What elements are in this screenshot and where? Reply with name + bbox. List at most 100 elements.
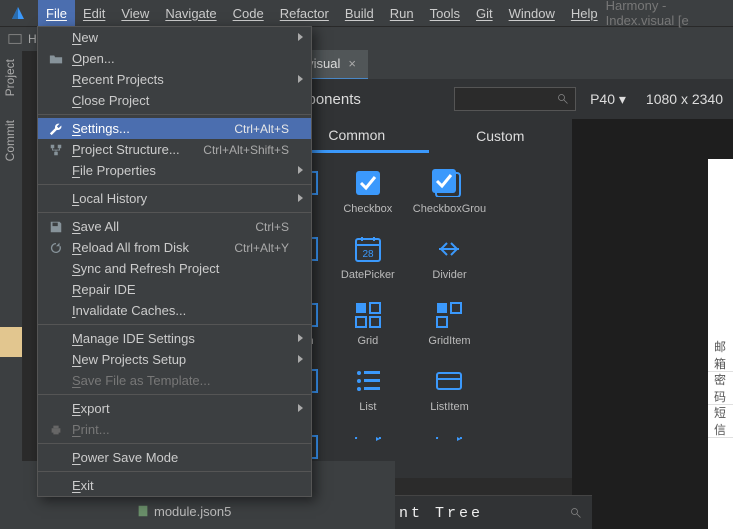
menu-file[interactable]: File bbox=[38, 0, 75, 26]
print-icon bbox=[48, 422, 64, 438]
menu-item-label: New Projects Setup bbox=[72, 352, 289, 367]
menu-item-new[interactable]: New bbox=[38, 27, 311, 48]
gutter-tab-commit[interactable]: Commit bbox=[0, 112, 20, 169]
menu-view[interactable]: View bbox=[113, 0, 157, 26]
menu-item-label: Print... bbox=[72, 422, 289, 437]
menu-run[interactable]: Run bbox=[382, 0, 422, 26]
search-icon bbox=[557, 93, 569, 105]
chevron-right-icon bbox=[298, 194, 303, 202]
close-icon[interactable]: × bbox=[348, 56, 356, 71]
menu-item-label: Invalidate Caches... bbox=[72, 303, 289, 318]
menu-edit[interactable]: Edit bbox=[75, 0, 113, 26]
menu-item-power-save-mode[interactable]: Power Save Mode bbox=[38, 447, 311, 468]
gutter-tab-project[interactable]: Project bbox=[0, 51, 20, 104]
component-divider[interactable]: Divider bbox=[409, 225, 491, 291]
blank-icon bbox=[48, 282, 64, 298]
menu-item-label: Close Project bbox=[72, 93, 289, 108]
phone-preview: 邮箱 密码 短信 bbox=[708, 159, 733, 529]
menu-item-print: Print... bbox=[38, 419, 311, 440]
menu-item-local-history[interactable]: Local History bbox=[38, 188, 311, 209]
menu-tools[interactable]: Tools bbox=[422, 0, 468, 26]
tab-custom[interactable]: Custom bbox=[429, 119, 573, 153]
menu-navigate[interactable]: Navigate bbox=[157, 0, 224, 26]
blank-icon bbox=[48, 401, 64, 417]
file-icon bbox=[136, 504, 150, 518]
menu-item-file-properties[interactable]: File Properties bbox=[38, 160, 311, 181]
menu-build[interactable]: Build bbox=[337, 0, 382, 26]
menu-item-save-all[interactable]: Save AllCtrl+S bbox=[38, 216, 311, 237]
component-label: DatePicker bbox=[341, 269, 395, 281]
app-logo-icon bbox=[8, 4, 28, 22]
chevron-right-icon bbox=[298, 75, 303, 83]
menu-item-close-project[interactable]: Close Project bbox=[38, 90, 311, 111]
component-list[interactable]: List bbox=[327, 357, 409, 423]
divider-icon bbox=[432, 235, 466, 263]
file-menu-dropdown: NewOpen... Recent Projects Close Project Se… bbox=[37, 26, 312, 497]
save-icon bbox=[48, 219, 64, 235]
menu-window[interactable]: Window bbox=[501, 0, 563, 26]
wrench-icon bbox=[48, 121, 64, 137]
component-datepicker[interactable]: 28 DatePicker bbox=[327, 225, 409, 291]
menu-item-project-structure[interactable]: Project Structure...Ctrl+Alt+Shift+S bbox=[38, 139, 311, 160]
menu-item-label: Recent Projects bbox=[72, 72, 289, 87]
menu-item-open[interactable]: Open... bbox=[38, 48, 311, 69]
blank-icon bbox=[48, 303, 64, 319]
component-checkboxgroup[interactable]: CheckboxGrou bbox=[409, 159, 491, 225]
structure-icon bbox=[48, 142, 64, 158]
menu-item-label: Settings... bbox=[72, 121, 234, 136]
menu-item-label: File Properties bbox=[72, 163, 289, 178]
menu-item-reload-all-from-disk[interactable]: Reload All from DiskCtrl+Alt+Y bbox=[38, 237, 311, 258]
component-listitem[interactable]: ListItem bbox=[409, 357, 491, 423]
device-selector[interactable]: P40 ▾ bbox=[590, 91, 626, 108]
component-label: Checkbox bbox=[343, 203, 392, 215]
component-label: CheckboxGrou bbox=[413, 203, 486, 215]
menu-item-export[interactable]: Export bbox=[38, 398, 311, 419]
editor-tabs: x.visual × bbox=[285, 51, 733, 80]
menu-item-settings[interactable]: Settings...Ctrl+Alt+S bbox=[38, 118, 311, 139]
menu-item-sync-and-refresh-project[interactable]: Sync and Refresh Project bbox=[38, 258, 311, 279]
menu-item-repair-ide[interactable]: Repair IDE bbox=[38, 279, 311, 300]
component-label: List bbox=[359, 401, 376, 413]
menu-item-label: Sync and Refresh Project bbox=[72, 261, 289, 276]
tree-row-file[interactable]: module.json5 bbox=[132, 501, 395, 521]
griditem-icon bbox=[432, 301, 466, 329]
menu-shortcut: Ctrl+S bbox=[255, 220, 289, 234]
blank-icon bbox=[48, 478, 64, 494]
grid-icon bbox=[351, 301, 385, 329]
menu-code[interactable]: Code bbox=[225, 0, 272, 26]
blank-icon bbox=[48, 93, 64, 109]
menu-item-label: Repair IDE bbox=[72, 282, 289, 297]
datepicker-icon: 28 bbox=[351, 235, 385, 263]
chevron-right-icon bbox=[298, 355, 303, 363]
menu-item-new-projects-setup[interactable]: New Projects Setup bbox=[38, 349, 311, 370]
menu-item-label: Manage IDE Settings bbox=[72, 331, 289, 346]
component-checkbox[interactable]: Checkbox bbox=[327, 159, 409, 225]
list-icon bbox=[351, 367, 385, 395]
svg-text:28: 28 bbox=[362, 249, 374, 260]
menu-item-invalidate-caches[interactable]: Invalidate Caches... bbox=[38, 300, 311, 321]
menu-item-manage-ide-settings[interactable]: Manage IDE Settings bbox=[38, 328, 311, 349]
tree-label: module.json5 bbox=[154, 504, 231, 519]
menu-refactor[interactable]: Refactor bbox=[272, 0, 337, 26]
menu-item-exit[interactable]: Exit bbox=[38, 475, 311, 496]
component-grid[interactable]: Grid bbox=[327, 291, 409, 357]
component-griditem[interactable]: GridItem bbox=[409, 291, 491, 357]
blank-icon bbox=[48, 261, 64, 277]
left-gutter: Project Commit bbox=[0, 51, 23, 529]
search-icon[interactable] bbox=[570, 507, 582, 519]
blank-icon bbox=[48, 450, 64, 466]
menu-shortcut: Ctrl+Alt+Shift+S bbox=[203, 143, 289, 157]
component-search-input[interactable] bbox=[454, 87, 576, 111]
menu-git[interactable]: Git bbox=[468, 0, 501, 26]
checkbox-icon bbox=[351, 169, 385, 197]
menu-help[interactable]: Help bbox=[563, 0, 606, 26]
menu-shortcut: Ctrl+Alt+Y bbox=[234, 241, 289, 255]
menu-item-label: Power Save Mode bbox=[72, 450, 289, 465]
blank-icon bbox=[48, 30, 64, 46]
menu-item-label: Export bbox=[72, 401, 289, 416]
component-label: GridItem bbox=[428, 335, 470, 347]
menu-item-recent-projects[interactable]: Recent Projects bbox=[38, 69, 311, 90]
component-curve[interactable] bbox=[409, 423, 491, 478]
project-icon bbox=[8, 32, 22, 46]
chevron-right-icon bbox=[298, 334, 303, 342]
